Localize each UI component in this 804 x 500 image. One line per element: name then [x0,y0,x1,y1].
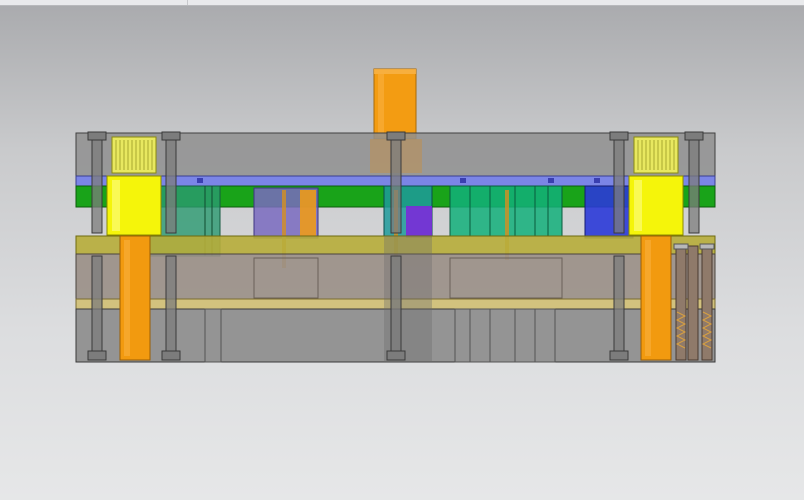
cad-graphics-viewport[interactable] [0,0,804,500]
right-guide-bushing[interactable] [628,136,684,236]
right-guide-post[interactable] [640,235,672,361]
left-guide-post[interactable] [119,235,151,361]
left-guide-bushing[interactable] [106,136,162,236]
stripper-springs [673,243,715,361]
shank[interactable] [373,68,417,140]
